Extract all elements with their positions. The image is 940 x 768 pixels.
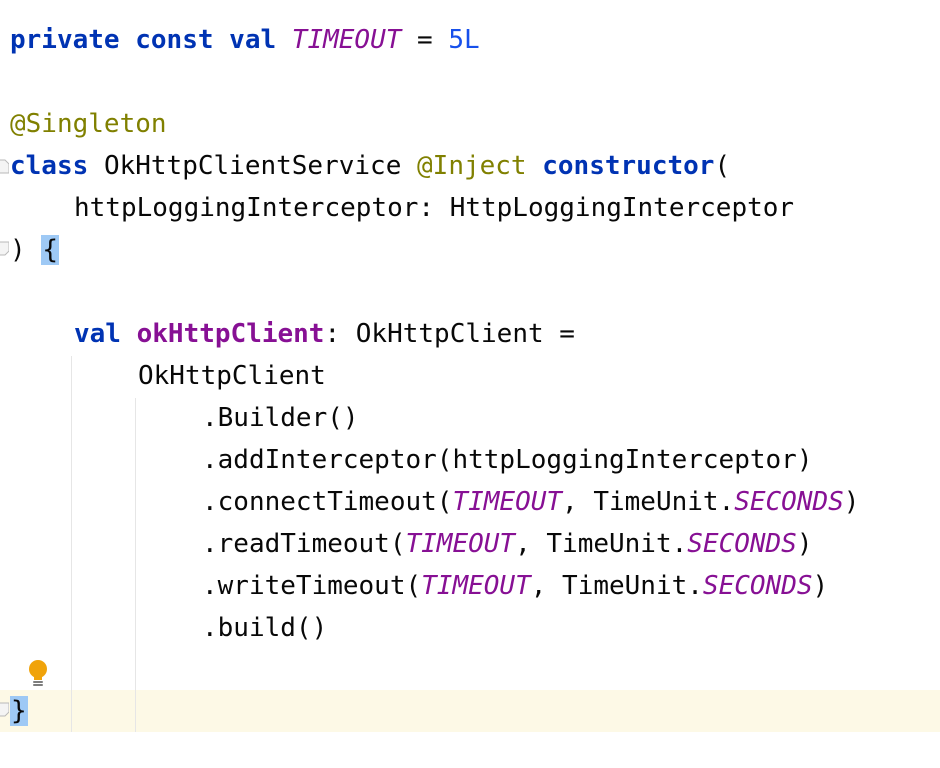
constant-seconds: SECONDS [734, 487, 844, 517]
add-interceptor-call: .addInterceptor(httpLoggingInterceptor) [202, 445, 813, 475]
code-line-10[interactable]: .Builder() [0, 397, 940, 439]
lightbulb-icon[interactable] [26, 659, 50, 689]
code-editor[interactable]: private const val TIMEOUT = 5L @Singleto… [0, 0, 940, 768]
code-line-6[interactable]: ) { [0, 229, 940, 271]
constant-timeout: TIMEOUT [405, 529, 516, 559]
timeunit-ref: , TimeUnit. [562, 487, 735, 517]
close-paren: ) [843, 487, 860, 517]
annotation-singleton: @Singleton [10, 109, 167, 139]
colon: : [418, 193, 435, 223]
code-line-13[interactable]: .readTimeout(TIMEOUT, TimeUnit.SECONDS) [0, 523, 940, 565]
param-type: HttpLoggingInterceptor [449, 193, 795, 223]
keyword-constructor: constructor [542, 151, 715, 181]
code-line-8[interactable]: val okHttpClient: OkHttpClient = [0, 313, 940, 355]
fold-marker-icon[interactable] [0, 241, 9, 256]
keyword-class: class [10, 151, 89, 181]
keyword-private: private [10, 25, 120, 55]
constant-seconds: SECONDS [702, 571, 813, 601]
close-paren: ) [10, 235, 26, 265]
annotation-inject: @Inject [417, 151, 527, 181]
code-line-1[interactable]: private const val TIMEOUT = 5L [0, 19, 940, 61]
open-paren: ( [714, 151, 731, 181]
number-literal: 5L [448, 25, 480, 55]
keyword-val: val [74, 319, 121, 349]
code-line-11[interactable]: .addInterceptor(httpLoggingInterceptor) [0, 439, 940, 481]
code-line-17[interactable]: } [0, 690, 940, 732]
open-brace-matched: { [41, 235, 59, 265]
fold-marker-icon[interactable] [0, 702, 9, 717]
fold-marker-icon[interactable] [0, 159, 9, 174]
code-line-3[interactable]: @Singleton [0, 103, 940, 145]
code-line-9[interactable]: OkHttpClient [0, 355, 940, 397]
write-timeout-call: .writeTimeout( [202, 571, 422, 601]
equals-operator: = [559, 319, 575, 349]
constant-timeout: TIMEOUT [421, 571, 531, 601]
class-name: OkHttpClientService [103, 151, 402, 181]
property-okhttpclient: okHttpClient [136, 319, 325, 349]
code-line-15[interactable]: .build() [0, 607, 940, 649]
build-call: .build() [202, 613, 328, 643]
colon: : [324, 319, 341, 349]
read-timeout-call: .readTimeout( [202, 529, 406, 559]
builder-call: .Builder() [202, 403, 359, 433]
okhttpclient-reference: OkHttpClient [138, 361, 326, 391]
close-brace-matched: } [10, 696, 28, 726]
equals-operator: = [417, 25, 433, 55]
code-line-14[interactable]: .writeTimeout(TIMEOUT, TimeUnit.SECONDS) [0, 565, 940, 607]
connect-timeout-call: .connectTimeout( [202, 487, 453, 517]
keyword-val: val [229, 25, 277, 55]
timeunit-ref: , TimeUnit. [515, 529, 688, 559]
code-line-5[interactable]: httpLoggingInterceptor: HttpLoggingInter… [0, 187, 940, 229]
code-line-4[interactable]: class OkHttpClientService @Inject constr… [0, 145, 940, 187]
timeunit-ref: , TimeUnit. [530, 571, 703, 601]
property-type: OkHttpClient [355, 319, 544, 349]
constant-timeout: TIMEOUT [291, 25, 402, 55]
code-line-12[interactable]: .connectTimeout(TIMEOUT, TimeUnit.SECOND… [0, 481, 940, 523]
close-paren: ) [812, 571, 829, 601]
keyword-const: const [135, 25, 214, 55]
param-name: httpLoggingInterceptor [74, 193, 419, 223]
constant-timeout: TIMEOUT [452, 487, 563, 517]
constant-seconds: SECONDS [687, 529, 797, 559]
close-paren: ) [796, 529, 813, 559]
